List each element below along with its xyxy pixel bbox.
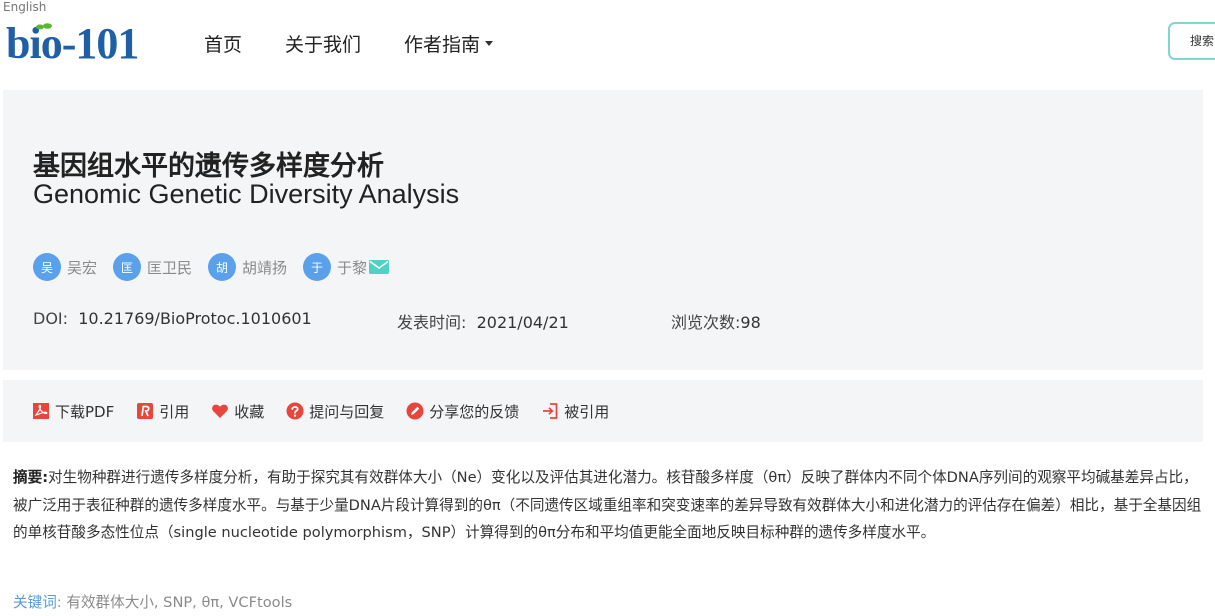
author-name: 匡卫民 bbox=[147, 258, 193, 277]
author-list: 吴 吴宏 匡 匡卫民 胡 胡靖扬 于 于黎 bbox=[33, 253, 405, 281]
logo-text: bio-101 bbox=[6, 19, 139, 68]
chevron-down-icon bbox=[485, 41, 494, 46]
cited-by-label: 被引用 bbox=[564, 402, 610, 421]
search-button[interactable]: 搜索 bbox=[1168, 22, 1215, 60]
view-count-info: 浏览次数:98 bbox=[671, 309, 761, 333]
cite-label: 引用 bbox=[159, 402, 190, 421]
main-nav: 首页 关于我们 作者指南 bbox=[204, 30, 494, 57]
publish-date-info: 发表时间: 2021/04/21 bbox=[397, 309, 569, 333]
author-item[interactable]: 吴 吴宏 bbox=[33, 253, 97, 281]
keywords-text: 有效群体大小, SNP, θπ, VCFtools bbox=[66, 594, 293, 611]
author-name: 胡靖扬 bbox=[242, 258, 288, 277]
author-name: 于黎 bbox=[337, 258, 368, 277]
keywords: 关键词: 有效群体大小, SNP, θπ, VCFtools bbox=[13, 591, 292, 612]
publish-date-label: 发表时间: bbox=[397, 313, 467, 332]
avatar: 匡 bbox=[113, 253, 142, 281]
language-switch-link[interactable]: English bbox=[3, 0, 46, 14]
download-pdf-label: 下载PDF bbox=[55, 402, 115, 421]
view-count-label: 浏览次数: bbox=[671, 313, 741, 332]
cited-by-button[interactable]: 被引用 bbox=[541, 401, 609, 422]
question-icon bbox=[286, 402, 304, 420]
cite-icon bbox=[137, 403, 154, 419]
author-item[interactable]: 于 于黎 bbox=[303, 253, 390, 281]
article-header-card: 基因组水平的遗传多样度分析 Genomic Genetic Diversity … bbox=[3, 90, 1203, 370]
article-toolbar: 下载PDF 引用 收藏 提问与回复 分享您的反馈 被引用 bbox=[3, 380, 1203, 442]
author-name: 吴宏 bbox=[67, 258, 98, 277]
download-pdf-button[interactable]: 下载PDF bbox=[32, 401, 114, 422]
author-item[interactable]: 匡 匡卫民 bbox=[113, 253, 192, 281]
feedback-icon bbox=[406, 402, 424, 420]
publish-date-value: 2021/04/21 bbox=[476, 313, 569, 332]
nav-author-guide-label: 作者指南 bbox=[404, 34, 481, 56]
favorite-label: 收藏 bbox=[234, 402, 265, 421]
nav-home[interactable]: 首页 bbox=[204, 30, 242, 57]
article-title-en: Genomic Genetic Diversity Analysis bbox=[33, 179, 460, 209]
pdf-icon bbox=[33, 403, 49, 419]
article-title-cn: 基因组水平的遗传多样度分析 bbox=[33, 151, 384, 182]
favorite-button[interactable]: 收藏 bbox=[211, 401, 264, 422]
feedback-button[interactable]: 分享您的反馈 bbox=[406, 401, 519, 422]
view-count-value: 98 bbox=[740, 313, 761, 332]
avatar: 于 bbox=[303, 253, 332, 281]
logo-leaf-icon bbox=[36, 23, 52, 30]
author-item[interactable]: 胡 胡靖扬 bbox=[208, 253, 287, 281]
qa-button[interactable]: 提问与回复 bbox=[286, 401, 384, 422]
abstract: 摘要:对生物种群进行遗传多样度分析，有助于探究其有效群体大小（Ne）变化以及评估… bbox=[13, 464, 1205, 547]
abstract-text: 对生物种群进行遗传多样度分析，有助于探究其有效群体大小（Ne）变化以及评估其进化… bbox=[13, 469, 1202, 541]
cite-button[interactable]: 引用 bbox=[136, 401, 189, 422]
cited-by-icon bbox=[543, 403, 558, 419]
site-logo[interactable]: bio-101 bbox=[6, 20, 156, 68]
mail-icon[interactable] bbox=[369, 260, 390, 274]
qa-label: 提问与回复 bbox=[309, 402, 385, 421]
doi-value[interactable]: 10.21769/BioProtoc.1010601 bbox=[78, 309, 312, 328]
avatar: 胡 bbox=[208, 253, 237, 281]
keywords-label: 关键词: bbox=[13, 594, 62, 611]
avatar: 吴 bbox=[33, 253, 61, 281]
feedback-label: 分享您的反馈 bbox=[429, 402, 520, 421]
nav-about[interactable]: 关于我们 bbox=[285, 30, 361, 57]
nav-author-guide[interactable]: 作者指南 bbox=[404, 30, 494, 57]
doi-label: DOI: bbox=[33, 309, 69, 328]
abstract-label: 摘要: bbox=[13, 469, 49, 486]
doi-info: DOI: 10.21769/BioProtoc.1010601 bbox=[33, 309, 312, 328]
heart-icon bbox=[212, 404, 229, 418]
